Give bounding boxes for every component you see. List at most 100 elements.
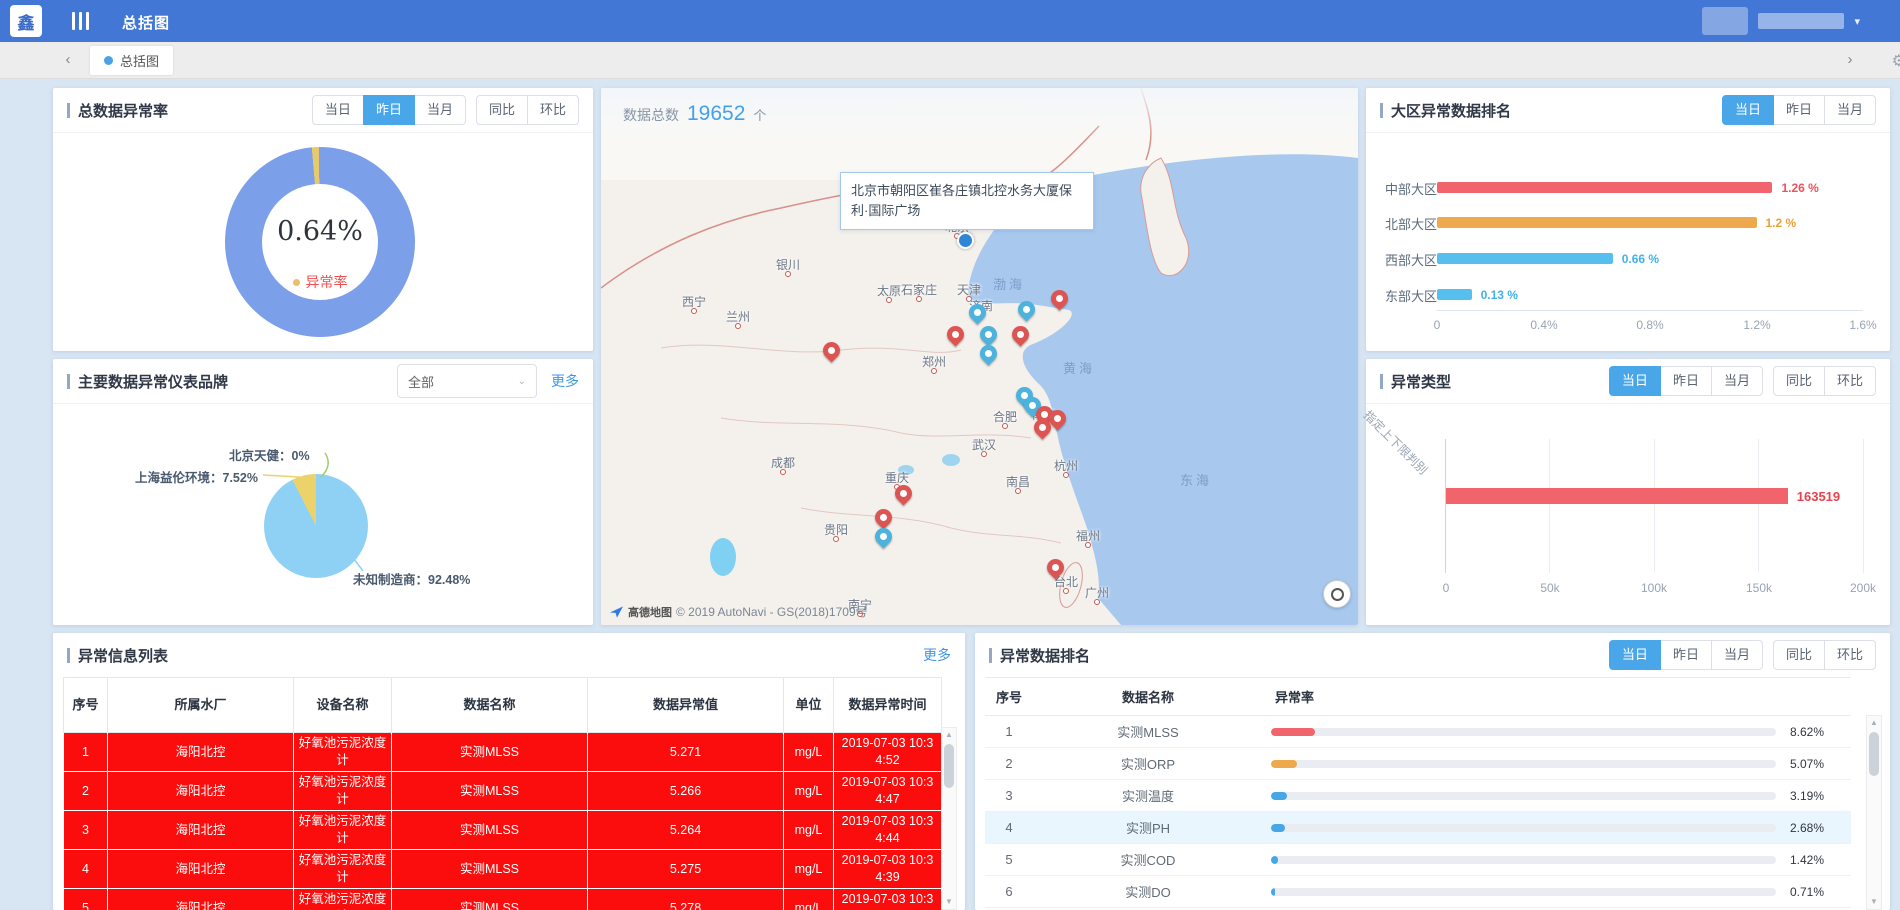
filter-yesterday-button[interactable]: 昨日 (1660, 640, 1712, 670)
app-title: 总括图 (122, 12, 170, 33)
table-row[interactable]: 3海阳北控 好氧池污泥浓度计实测MLSS 5.264mg/L 2019-07-0… (64, 811, 942, 850)
rate-progress (1271, 760, 1776, 768)
city-label: 福州 (1076, 527, 1100, 544)
city-label: 太原 (877, 282, 901, 299)
bar-category: 中部大区 (1371, 179, 1437, 198)
scroll-up-icon[interactable]: ▲ (1870, 716, 1878, 730)
rate-value: 0.71% (1790, 885, 1842, 899)
filter-yesterday-button[interactable]: 昨日 (1660, 366, 1712, 396)
map-panel[interactable]: 数据总数 19652 个 渤海 黄海 东海 北京 天津 石家庄 太原 银川 西宁… (601, 88, 1358, 625)
filter-day-button[interactable]: 当日 (1609, 640, 1661, 670)
top-bar: 鑫 总括图 ▾ (0, 0, 1900, 42)
x-tick: 50k (1540, 581, 1559, 595)
scroll-thumb[interactable] (1869, 732, 1879, 776)
tab-bar: ‹ 总括图 › ⚙ (0, 42, 1900, 79)
chevron-down-icon: ⌄ (518, 376, 526, 387)
user-name (1758, 13, 1844, 29)
panel-title: 异常信息列表 (67, 645, 168, 666)
filter-day-button[interactable]: 当日 (312, 95, 364, 125)
sea-label: 渤海 (993, 274, 1025, 293)
filter-yesterday-button[interactable]: 昨日 (1773, 95, 1825, 125)
panel-title: 异常类型 (1380, 371, 1451, 392)
table-header-row: 序号所属水厂 设备名称数据名称 数据异常值单位 数据异常时间 (64, 678, 942, 733)
filter-mom-button[interactable]: 环比 (1824, 640, 1876, 670)
table-row[interactable]: 2海阳北控 好氧池污泥浓度计实测MLSS 5.266mg/L 2019-07-0… (64, 772, 942, 811)
bar-row: 0.13 % (1437, 289, 1863, 300)
pie-label-shyl: 上海益伦环境：7.52% (135, 467, 258, 486)
time-filter-group: 当日 昨日 当月 (312, 95, 466, 125)
table-row[interactable]: 6实测DO 0.71% (985, 876, 1851, 908)
bar-category: 西部大区 (1371, 250, 1437, 269)
more-link[interactable]: 更多 (923, 645, 951, 665)
filter-day-button[interactable]: 当日 (1609, 366, 1661, 396)
city-label: 重庆 (885, 469, 909, 486)
panel-header: 异常信息列表 更多 (53, 633, 965, 677)
table-row[interactable]: 3实测温度 3.19% (985, 780, 1851, 812)
filter-yoy-button[interactable]: 同比 (1773, 640, 1825, 670)
panel-header: 总数据异常率 当日 昨日 当月 同比 环比 (53, 88, 593, 133)
chevron-right-icon[interactable]: › (1840, 50, 1860, 70)
panel-total-abnormal-rate: 总数据异常率 当日 昨日 当月 同比 环比 0.64% 异常率 (53, 88, 593, 351)
tab-overview[interactable]: 总括图 (90, 46, 173, 75)
filter-yesterday-button[interactable]: 昨日 (363, 95, 415, 125)
scroll-down-icon[interactable]: ▼ (945, 895, 953, 909)
scroll-up-icon[interactable]: ▲ (945, 728, 953, 742)
filter-yoy-button[interactable]: 同比 (476, 95, 528, 125)
table-row[interactable]: 1实测MLSS 8.62% (985, 716, 1851, 748)
bar-row: 163519 (1446, 488, 1864, 504)
total-count-value: 19652 (687, 102, 745, 126)
filter-mom-button[interactable]: 环比 (1824, 366, 1876, 396)
filter-mom-button[interactable]: 环比 (527, 95, 579, 125)
city-label: 兰州 (726, 308, 750, 325)
locate-button[interactable] (1323, 580, 1351, 608)
user-menu[interactable]: ▾ (1702, 0, 1860, 42)
rate-value: 8.62% (1790, 725, 1842, 739)
filter-month-button[interactable]: 当月 (1711, 640, 1763, 670)
city-label: 南昌 (1006, 473, 1030, 490)
compare-filter-group: 同比 环比 (1773, 640, 1876, 670)
sea-label: 东海 (1180, 470, 1212, 489)
x-tick: 200k (1850, 581, 1876, 595)
city-label: 郑州 (922, 353, 946, 370)
filter-month-button[interactable]: 当月 (1824, 95, 1876, 125)
bar-value: 163519 (1797, 489, 1840, 504)
city-label: 杭州 (1054, 457, 1078, 474)
more-link[interactable]: 更多 (551, 371, 579, 391)
filter-month-button[interactable]: 当月 (414, 95, 466, 125)
x-tick: 0 (1434, 318, 1441, 332)
filter-yoy-button[interactable]: 同比 (1773, 366, 1825, 396)
abnormal-info-table: 序号所属水厂 设备名称数据名称 数据异常值单位 数据异常时间 1海阳北控 好氧池… (63, 677, 942, 910)
filter-month-button[interactable]: 当月 (1711, 366, 1763, 396)
city-label: 成都 (771, 454, 795, 471)
table-row-highlighted[interactable]: 4实测PH 2.68% (985, 812, 1851, 844)
scroll-thumb[interactable] (944, 744, 954, 788)
bar-value: 0.66 % (1622, 252, 1659, 266)
rate-progress (1271, 792, 1776, 800)
panel-abnormal-type: 异常类型 当日 昨日 当月 同比 环比 指定上下限判别 163519 0 50k (1366, 359, 1890, 625)
filter-day-button[interactable]: 当日 (1722, 95, 1774, 125)
bar-value: 1.26 % (1781, 181, 1818, 195)
table-row[interactable]: 5实测COD 1.42% (985, 844, 1851, 876)
table-row[interactable]: 2实测ORP 5.07% (985, 748, 1851, 780)
time-filter-group: 当日 昨日 当月 (1609, 366, 1763, 396)
map-attribution: 高德地图 © 2019 AutoNavi - GS(2018)1709号 (609, 603, 868, 620)
chevron-left-icon[interactable]: ‹ (58, 50, 78, 70)
panel-brand-pie: 主要数据异常仪表品牌 全部 ⌄ 更多 北京天健：0% 上海益伦环境：7.52% … (53, 359, 593, 625)
panel-title: 主要数据异常仪表品牌 (67, 371, 228, 392)
city-label: 贵阳 (824, 521, 848, 538)
table-row[interactable]: 4海阳北控 好氧池污泥浓度计实测MLSS 5.275mg/L 2019-07-0… (64, 850, 942, 889)
app-logo[interactable]: 鑫 (10, 5, 42, 37)
table-scrollbar[interactable]: ▲ ▼ (941, 727, 957, 910)
map-marker-selected-beijing[interactable] (957, 232, 974, 249)
bar-value: 1.2 % (1766, 216, 1797, 230)
gear-icon[interactable]: ⚙ (1892, 51, 1900, 71)
scroll-down-icon[interactable]: ▼ (1870, 895, 1878, 909)
donut-legend[interactable]: 异常率 (230, 272, 410, 292)
compare-filter-group: 同比 环比 (476, 95, 579, 125)
table-scrollbar[interactable]: ▲ ▼ (1866, 715, 1882, 910)
bar-row: 1.26 % (1437, 182, 1863, 193)
brand-select[interactable]: 全部 ⌄ (397, 364, 537, 398)
table-row[interactable]: 1海阳北控 好氧池污泥浓度计实测MLSS 5.271mg/L 2019-07-0… (64, 733, 942, 772)
menu-icon[interactable] (72, 12, 89, 30)
table-row[interactable]: 5海阳北控 好氧池污泥浓度计实测MLSS 5.278mg/L 2019-07-0… (64, 889, 942, 910)
